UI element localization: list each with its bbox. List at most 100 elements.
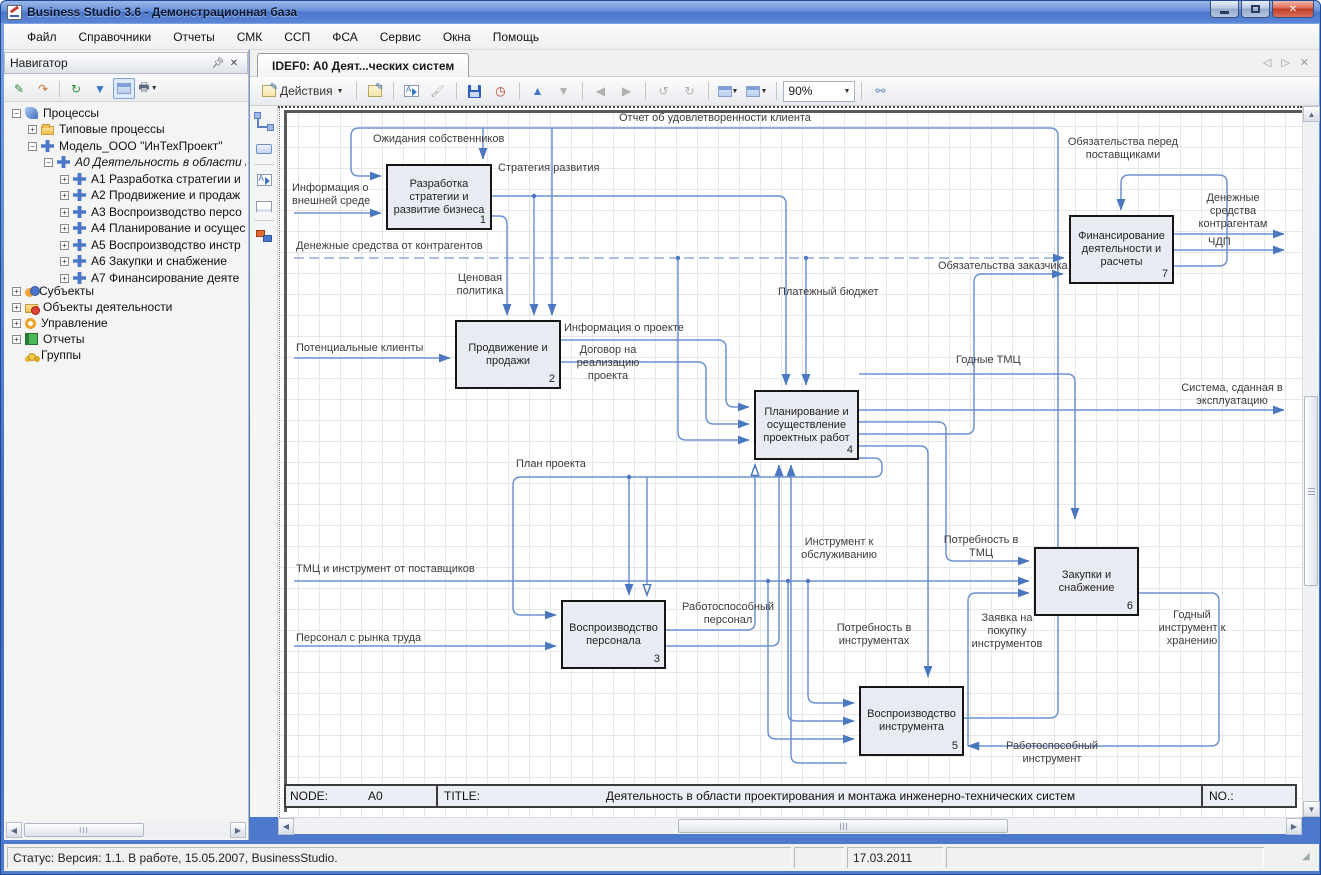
scroll-down-icon[interactable]: ▼	[1303, 801, 1320, 817]
tree-item-management[interactable]: +Управление	[12, 315, 108, 331]
filter-icon[interactable]: ▼	[89, 78, 111, 99]
menu-ssp[interactable]: ССП	[273, 26, 321, 48]
expand-icon[interactable]: +	[12, 303, 21, 312]
menu-windows[interactable]: Окна	[432, 26, 482, 48]
expand-icon[interactable]: +	[60, 224, 69, 233]
tree-item-activity-objects[interactable]: +Объекты деятельности	[12, 299, 172, 315]
scroll-left-icon[interactable]: ◀	[278, 818, 294, 835]
nav-forward-icon[interactable]: ▶	[615, 80, 639, 103]
scroll-thumb[interactable]	[1304, 396, 1318, 586]
window-next-icon[interactable]: ▼	[743, 80, 770, 103]
resize-grip[interactable]: ◢	[1302, 851, 1316, 865]
swap-blocks-tool-icon[interactable]	[254, 226, 274, 246]
actions-button[interactable]: Действия▼	[256, 80, 350, 103]
expand-icon[interactable]: +	[12, 335, 21, 344]
menu-reports[interactable]: Отчеты	[162, 26, 225, 48]
diagram-canvas[interactable]: Разработка стратегии и развитие бизнеса1…	[278, 106, 1302, 817]
navigator-hscrollbar[interactable]: ◀ III ▶	[6, 822, 246, 838]
collapse-icon[interactable]: −	[12, 109, 21, 118]
tab-close-icon[interactable]: ✕	[1300, 56, 1309, 69]
move-up-icon[interactable]: ▲	[526, 80, 550, 103]
tree-item-a3[interactable]: +A3 Воспроизводство персо	[60, 204, 242, 220]
collapse-icon[interactable]: −	[28, 142, 37, 151]
tree-item-a4[interactable]: +A4 Планирование и осущес	[60, 220, 245, 236]
tree-item-a6[interactable]: +A6 Закупки и снабжение	[60, 253, 227, 269]
edit-icon[interactable]: ✎	[8, 78, 30, 99]
diagram-vscrollbar[interactable]: ▲ ▼	[1302, 106, 1319, 817]
menu-service[interactable]: Сервис	[369, 26, 432, 48]
activity-box-2[interactable]: Продвижение и продажи2	[455, 320, 561, 389]
diagram-hscrollbar[interactable]: ◀ ▶	[278, 817, 1302, 834]
window-prev-icon[interactable]: ▼	[715, 80, 742, 103]
tab-idef0-a0[interactable]: IDEF0: A0 Деят...ческих систем	[257, 53, 469, 77]
refresh-icon[interactable]: ↻	[65, 78, 87, 99]
scroll-thumb[interactable]: III	[24, 823, 144, 837]
menu-fsa[interactable]: ФСА	[321, 26, 369, 48]
expand-icon[interactable]: +	[60, 257, 69, 266]
tree-item-a2[interactable]: +A2 Продвижение и продаж	[60, 187, 240, 203]
undo-icon[interactable]: ↺	[652, 80, 676, 103]
node-label: NODE:	[290, 789, 328, 803]
tree-item-subjects[interactable]: +Субъекты	[12, 283, 94, 299]
tree-item-a5[interactable]: +A5 Воспроизводство инстр	[60, 237, 241, 253]
tree-item-model[interactable]: −Модель_ООО "ИнТехПроект"	[28, 138, 222, 154]
activity-box-6[interactable]: Закупки и снабжение6	[1034, 547, 1139, 616]
arrow-label: Потребность в ТМЦ	[940, 534, 1022, 560]
scroll-left-icon[interactable]: ◀	[6, 822, 22, 838]
scroll-right-icon[interactable]: ▶	[1286, 818, 1302, 835]
frame-tool-icon[interactable]	[254, 196, 274, 216]
collapse-icon[interactable]: −	[44, 158, 53, 167]
menu-smk[interactable]: СМК	[226, 26, 274, 48]
expand-icon[interactable]: +	[12, 287, 21, 296]
expand-icon[interactable]: +	[60, 274, 69, 283]
model-icon	[73, 173, 86, 185]
go-arrow-icon[interactable]: ↷	[32, 78, 54, 99]
tree-item-typical-processes[interactable]: +Типовые процессы	[28, 121, 165, 137]
maximize-button[interactable]	[1241, 1, 1270, 18]
tab-prev-icon[interactable]: ◁	[1263, 56, 1271, 69]
tree-item-reports[interactable]: +Отчеты	[12, 331, 84, 347]
scroll-right-icon[interactable]: ▶	[230, 822, 246, 838]
print-icon[interactable]: 🖶︎▼	[137, 78, 159, 99]
rectangle-tool-icon[interactable]	[254, 139, 274, 159]
menu-file[interactable]: Файл	[16, 26, 68, 48]
activity-box-3[interactable]: Воспроизводство персонала3	[561, 600, 666, 669]
tree-item-groups[interactable]: Группы	[28, 347, 81, 363]
move-down-icon[interactable]: ▼	[552, 80, 576, 103]
save-icon[interactable]	[463, 80, 487, 103]
edit-diagram-icon[interactable]	[363, 80, 387, 103]
sync-window-icon[interactable]	[113, 78, 135, 99]
activity-box-4[interactable]: Планирование и осуществление проектных р…	[754, 390, 859, 460]
tree-item-a0[interactable]: −A0 Деятельность в области пр	[44, 154, 246, 170]
connector-tool-icon[interactable]	[254, 112, 274, 132]
pin-icon[interactable]: 📌︎	[210, 56, 226, 71]
tree-item-processes[interactable]: −Процессы	[12, 105, 99, 121]
scroll-thumb[interactable]	[678, 819, 1008, 833]
text-properties-icon[interactable]	[400, 80, 424, 103]
title-bar[interactable]: Business Studio 3.6 - Демонстрационная б…	[1, 1, 1320, 23]
menu-help[interactable]: Помощь	[482, 26, 550, 48]
zoom-combo[interactable]: 90% ▼	[783, 81, 855, 102]
text-block-tool-icon[interactable]	[254, 170, 274, 190]
activity-box-7[interactable]: Финансирование деятельности и расчеты7	[1069, 215, 1174, 284]
expand-icon[interactable]: +	[12, 319, 21, 328]
redo-icon[interactable]: ↻	[678, 80, 702, 103]
expand-icon[interactable]: +	[60, 208, 69, 217]
model-icon	[73, 206, 86, 218]
link-refresh-icon[interactable]: ⚯︎	[868, 80, 892, 103]
activity-box-5[interactable]: Воспроизводство инструмента5	[859, 686, 964, 756]
expand-icon[interactable]: +	[28, 125, 37, 134]
minimize-button[interactable]	[1210, 1, 1239, 18]
scroll-up-icon[interactable]: ▲	[1303, 106, 1320, 122]
navigator-close-icon[interactable]: ✕	[226, 56, 242, 71]
expand-icon[interactable]: +	[60, 241, 69, 250]
tree-item-a1[interactable]: +A1 Разработка стратегии и	[60, 171, 241, 187]
close-button[interactable]: ✕	[1272, 1, 1314, 18]
expand-icon[interactable]: +	[60, 191, 69, 200]
format-brush-icon[interactable]: 🖌︎	[426, 80, 450, 103]
nav-back-icon[interactable]: ◀	[589, 80, 613, 103]
schedule-icon[interactable]: ◷	[489, 80, 513, 103]
tab-next-icon[interactable]: ▷	[1281, 56, 1289, 69]
menu-directories[interactable]: Справочники	[68, 26, 163, 48]
expand-icon[interactable]: +	[60, 175, 69, 184]
